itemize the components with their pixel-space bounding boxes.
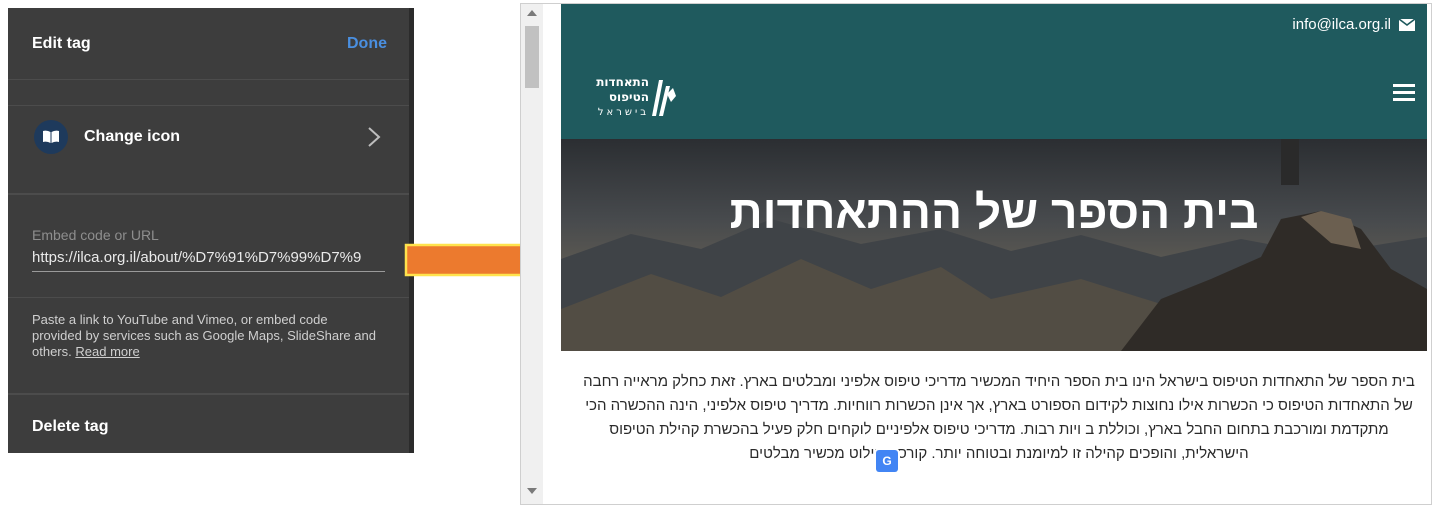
scroll-up-icon[interactable] <box>527 10 537 16</box>
chevron-right-icon <box>368 127 381 147</box>
hero-title: בית הספר של ההתאחדות <box>729 186 1259 238</box>
embed-field-label: Embed code or URL <box>32 227 159 243</box>
scroll-down-icon[interactable] <box>527 488 537 494</box>
about-paragraph: בית הספר של התאחדות הטיפוס בישראל הינו ב… <box>583 373 1415 462</box>
edit-tag-panel: Edit tag Done Change icon Embed code or … <box>8 8 414 453</box>
menu-icon[interactable] <box>1393 84 1415 102</box>
change-icon-row[interactable]: Change icon <box>8 106 409 194</box>
hero-banner: בית הספר של ההתאחדות <box>561 139 1427 351</box>
vertical-scrollbar[interactable] <box>521 4 543 504</box>
book-icon <box>34 120 68 154</box>
delete-tag-label: Delete tag <box>32 418 109 435</box>
google-translate-icon[interactable]: G <box>876 450 898 472</box>
done-button[interactable]: Done <box>347 35 387 53</box>
panel-header: Edit tag Done <box>8 8 409 80</box>
site-page: info@ilca.org.il התאחדות הטיפוס בישראל ב… <box>561 4 1427 504</box>
help-text: Paste a link to YouTube and Vimeo, or em… <box>32 312 377 360</box>
site-logo[interactable]: התאחדות הטיפוס בישראל <box>579 72 679 120</box>
email-link[interactable]: info@ilca.org.il <box>1292 16 1415 33</box>
change-icon-label: Change icon <box>84 128 181 145</box>
panel-spacer <box>8 80 409 106</box>
read-more-link[interactable]: Read more <box>75 344 139 359</box>
embed-help: Paste a link to YouTube and Vimeo, or em… <box>8 298 409 394</box>
envelope-icon <box>1399 18 1415 31</box>
mountain-image <box>561 139 1427 351</box>
logo-line-3: בישראל <box>598 107 649 118</box>
panel-title: Edit tag <box>32 35 91 52</box>
logo-line-1: התאחדות <box>596 75 649 89</box>
embed-section: Embed code or URL https://ilca.org.il/ab… <box>8 194 409 298</box>
logo-line-2: הטיפוס <box>609 90 649 104</box>
scroll-thumb[interactable] <box>525 26 539 88</box>
email-text: info@ilca.org.il <box>1292 16 1391 33</box>
website-preview: info@ilca.org.il התאחדות הטיפוס בישראל ב… <box>520 3 1432 505</box>
embed-url-field[interactable]: https://ilca.org.il/about/%D7%91%D7%99%D… <box>32 249 385 272</box>
delete-tag-button[interactable]: Delete tag <box>8 394 409 453</box>
site-header: info@ilca.org.il התאחדות הטיפוס בישראל <box>561 4 1427 139</box>
